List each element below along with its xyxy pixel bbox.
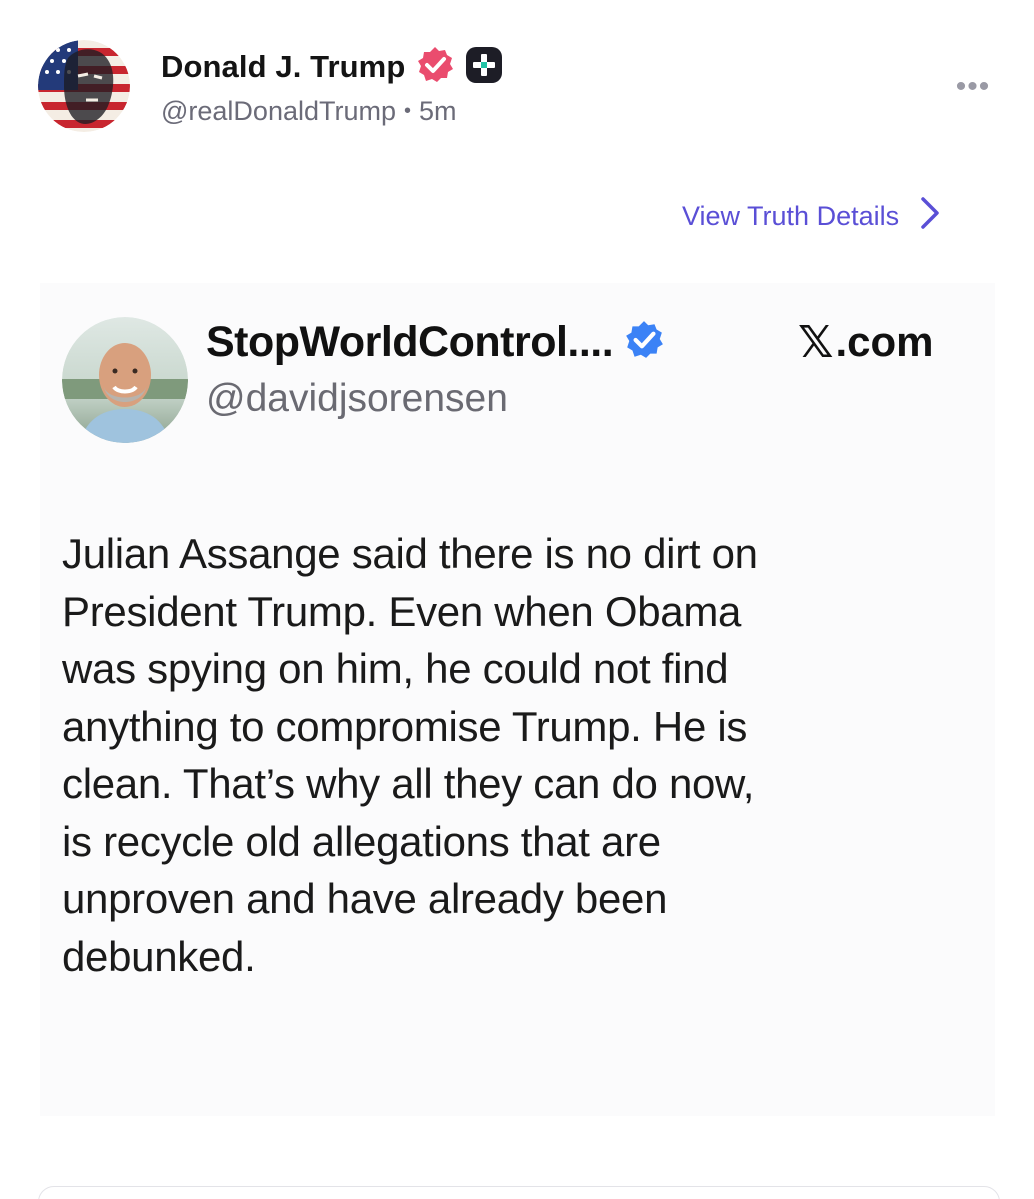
view-truth-details-label: View Truth Details	[682, 200, 900, 231]
embed-author-avatar[interactable]	[62, 317, 188, 443]
embed-author-handle[interactable]: @davidjsorensen	[206, 377, 508, 421]
next-card-edge	[38, 1186, 1000, 1199]
embed-source-link[interactable]: 𝕏 .com	[798, 313, 933, 371]
handle-row: @realDonaldTrump • 5m	[161, 96, 457, 127]
embed-text-line: anything to compromise Trump. He is	[62, 702, 748, 750]
truth-post-page: Donald J. Trump @realDonaldTrump • 5m ••…	[0, 0, 1034, 1199]
embed-text-line: unproven and have already been	[62, 875, 668, 922]
embed-source-domain: .com	[835, 318, 934, 365]
view-truth-details-link[interactable]: View Truth Details	[682, 196, 941, 236]
embed-text-line: is recycle old allegations that are	[62, 817, 661, 865]
x-logo-icon: 𝕏	[798, 316, 834, 368]
author-name-row: Donald J. Trump	[161, 44, 503, 90]
embed-text-line: clean. That’s why all they can do now,	[62, 760, 755, 807]
embed-name-row: StopWorldControl....	[206, 313, 665, 371]
author-handle[interactable]: @realDonaldTrump	[161, 96, 396, 127]
embed-avatar-photo	[62, 317, 188, 443]
embed-text-line: Julian Assange said there is no dirt on	[62, 530, 758, 577]
chevron-right-icon	[919, 196, 941, 237]
embedded-post-card[interactable]: StopWorldControl.... 𝕏 .com @davidjsoren…	[40, 283, 995, 1116]
embed-text-line: President Trump. Even when Obama	[62, 587, 742, 635]
ellipsis-icon[interactable]: •••	[950, 70, 996, 103]
author-avatar[interactable]	[38, 40, 130, 132]
embed-text-line: debunked.	[62, 932, 256, 980]
post-timestamp: 5m	[419, 96, 457, 126]
author-name[interactable]: Donald J. Trump	[161, 49, 405, 85]
flag-portrait-image	[38, 40, 130, 132]
verified-badge-icon	[415, 45, 455, 90]
embed-text-line: was spying on him, he could not find	[62, 645, 729, 692]
post-header: Donald J. Trump @realDonaldTrump • 5m ••…	[0, 0, 1034, 170]
embed-post-text: Julian Assange said there is no dirt on …	[62, 525, 962, 985]
embed-author-name[interactable]: StopWorldControl....	[206, 318, 614, 367]
embed-verified-badge-icon	[623, 319, 665, 366]
plus-badge-icon	[465, 46, 503, 89]
handle-separator: •	[404, 100, 412, 122]
